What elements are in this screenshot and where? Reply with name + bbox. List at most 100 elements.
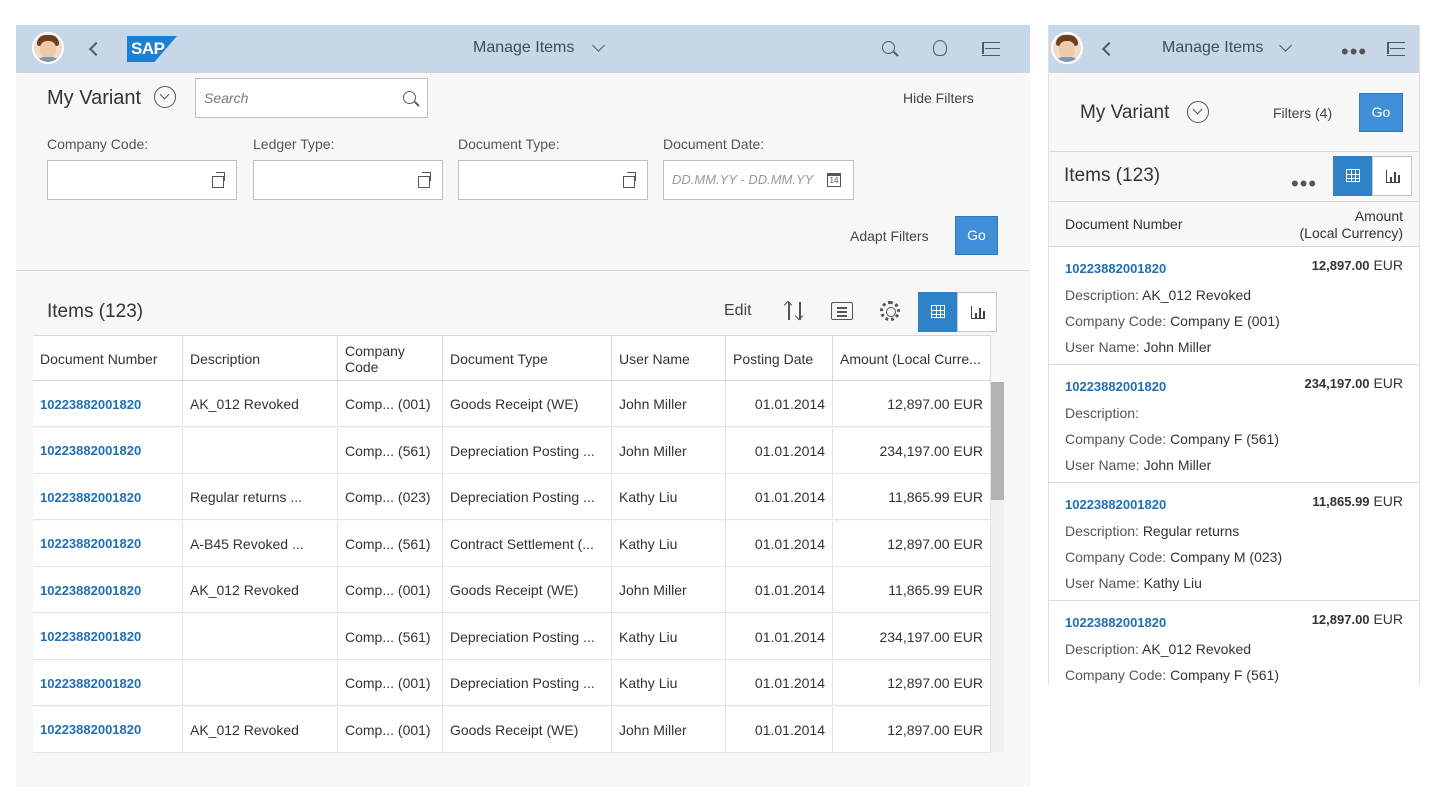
user-avatar[interactable] [32,32,64,64]
table-scrollbar[interactable] [991,382,1004,752]
column-header[interactable]: Posting Date [726,336,833,381]
chart-view-button[interactable] [1372,156,1412,196]
company-code-input[interactable] [47,160,237,200]
document-number-link[interactable]: 10223882001820 [1065,379,1166,394]
chevron-down-icon[interactable] [1279,39,1292,52]
document-number-link[interactable]: 10223882001820 [33,427,183,474]
sort-icon[interactable] [783,300,806,321]
document-number-link[interactable]: 10223882001820 [33,660,183,706]
notifications-icon[interactable] [933,40,947,56]
document-number-link[interactable]: 10223882001820 [33,381,183,427]
table-cell: 01.01.2014 [726,520,833,567]
table-cell [183,613,338,660]
document-number-link[interactable]: 10223882001820 [33,520,183,567]
table-cell: Goods Receipt (WE) [443,567,612,613]
table-row[interactable]: 10223882001820 Regular returns ... Comp...… [33,474,991,520]
table-cell: Comp... (001) [338,567,443,613]
more-icon[interactable]: ••• [1341,41,1367,63]
table-row[interactable]: 10223882001820 Comp... (561) Depreciation … [33,613,991,660]
column-header[interactable]: Description [183,336,338,381]
company-code-line: Company Code: Company F (561) [1065,667,1279,683]
table-row[interactable]: 10223882001820 A-B45 Revoked ... Comp... (… [33,520,991,567]
user-avatar[interactable] [1051,32,1083,64]
variant-dropdown-icon[interactable] [154,86,176,108]
group-icon[interactable] [831,302,853,320]
column-header[interactable]: Document Number [33,336,183,381]
column-header[interactable]: Company Code [338,336,443,381]
amount: 12,897.00 EUR [1312,611,1403,627]
hide-filters-button[interactable]: Hide Filters [903,90,974,106]
description-value: AK_012 Revoked [1142,641,1252,657]
menu-icon[interactable] [982,42,1000,56]
document-number-link[interactable]: 10223882001820 [1065,615,1166,630]
list-item[interactable]: 10223882001820 234,197.00 EUR Description:… [1049,365,1419,483]
table-view-button[interactable] [918,292,958,332]
chevron-down-icon[interactable] [592,39,605,52]
filters-button[interactable]: Filters (4) [1273,105,1332,121]
table-row[interactable]: 10223882001820 Comp... (561) Depreciation … [33,427,991,474]
table-cell: Goods Receipt (WE) [443,381,612,427]
ledger-type-input[interactable] [253,160,443,200]
column-header[interactable]: Amount (Local Curre... [833,336,991,381]
menu-icon[interactable] [1387,42,1405,56]
search-icon[interactable] [882,41,895,54]
document-number-link[interactable]: 10223882001820 [1065,497,1166,512]
table-cell: Comp... (561) [338,613,443,660]
table-title: Items (123) [47,301,144,322]
user-name-value: John Miller [1143,339,1212,355]
settings-icon[interactable] [880,301,900,321]
company-code-value: Company F (561) [1170,667,1279,683]
go-button[interactable]: Go [1359,93,1403,132]
value-help-icon[interactable] [212,172,225,188]
user-name-value: John Miller [1143,457,1212,473]
table-cell: 01.01.2014 [726,706,833,753]
document-number-link[interactable]: 10223882001820 [1065,261,1166,276]
list-item[interactable]: 10223882001820 11,865.99 EUR Description: … [1049,483,1419,601]
table-cell: Comp... (001) [338,660,443,706]
table-cell: Depreciation Posting ... [443,613,612,660]
app-title[interactable]: Manage Items [1162,39,1263,57]
variant-dropdown-icon[interactable] [1187,101,1209,123]
calendar-icon[interactable]: 14 [827,173,841,187]
company-code-label: Company Code: [1065,549,1167,565]
column-header[interactable]: Document Type [443,336,612,381]
document-number-link[interactable]: 10223882001820 [33,706,183,753]
column-header[interactable]: User Name [612,336,726,381]
table-row[interactable]: 10223882001820 AK_012 Revoked Comp... (001… [33,706,991,753]
currency: EUR [1373,611,1403,627]
description-label: Description: [1065,523,1139,539]
document-number-link[interactable]: 10223882001820 [33,474,183,520]
table-row[interactable]: 10223882001820 Comp... (001) Depreciation … [33,660,991,706]
search-input[interactable]: Search [195,78,428,118]
more-icon[interactable]: ••• [1291,173,1317,195]
table-cell: 11,865.99 EUR [833,567,991,613]
company-code-line: Company Code: Company F (561) [1065,431,1279,447]
adapt-filters-button[interactable]: Adapt Filters [850,228,929,244]
filter-separator [16,270,1030,271]
edit-button[interactable]: Edit [724,302,752,320]
list-item[interactable]: 10223882001820 12,897.00 EUR Description: … [1049,601,1419,685]
table-cell: Kathy Liu [612,520,726,567]
go-button[interactable]: Go [955,216,998,255]
table-row[interactable]: 10223882001820 AK_012 Revoked Comp... (001… [33,381,991,427]
table-cell: Regular returns ... [183,474,338,520]
ledger-type-label: Ledger Type: [253,136,335,152]
document-number-link[interactable]: 10223882001820 [33,613,183,660]
table-view-button[interactable] [1333,156,1373,196]
scrollbar-thumb[interactable] [991,382,1004,500]
app-title[interactable]: Manage Items [473,39,574,57]
company-code-label: Company Code: [1065,313,1167,329]
table-row[interactable]: 10223882001820 AK_012 Revoked Comp... (001… [33,567,991,613]
list-item[interactable]: 10223882001820 12,897.00 EUR Description: … [1049,247,1419,365]
document-type-input[interactable] [458,160,648,200]
table-cell: 01.01.2014 [726,381,833,427]
value-help-icon[interactable] [623,172,636,188]
amount: 11,865.99 EUR [1312,493,1403,509]
document-number-link[interactable]: 10223882001820 [33,567,183,613]
value-help-icon[interactable] [418,172,431,188]
chart-view-button[interactable] [957,292,997,332]
search-icon[interactable] [403,91,416,104]
document-date-input[interactable]: DD.MM.YY - DD.MM.YY 14 [663,160,854,200]
back-icon[interactable] [1101,41,1117,57]
back-icon[interactable] [88,41,104,57]
